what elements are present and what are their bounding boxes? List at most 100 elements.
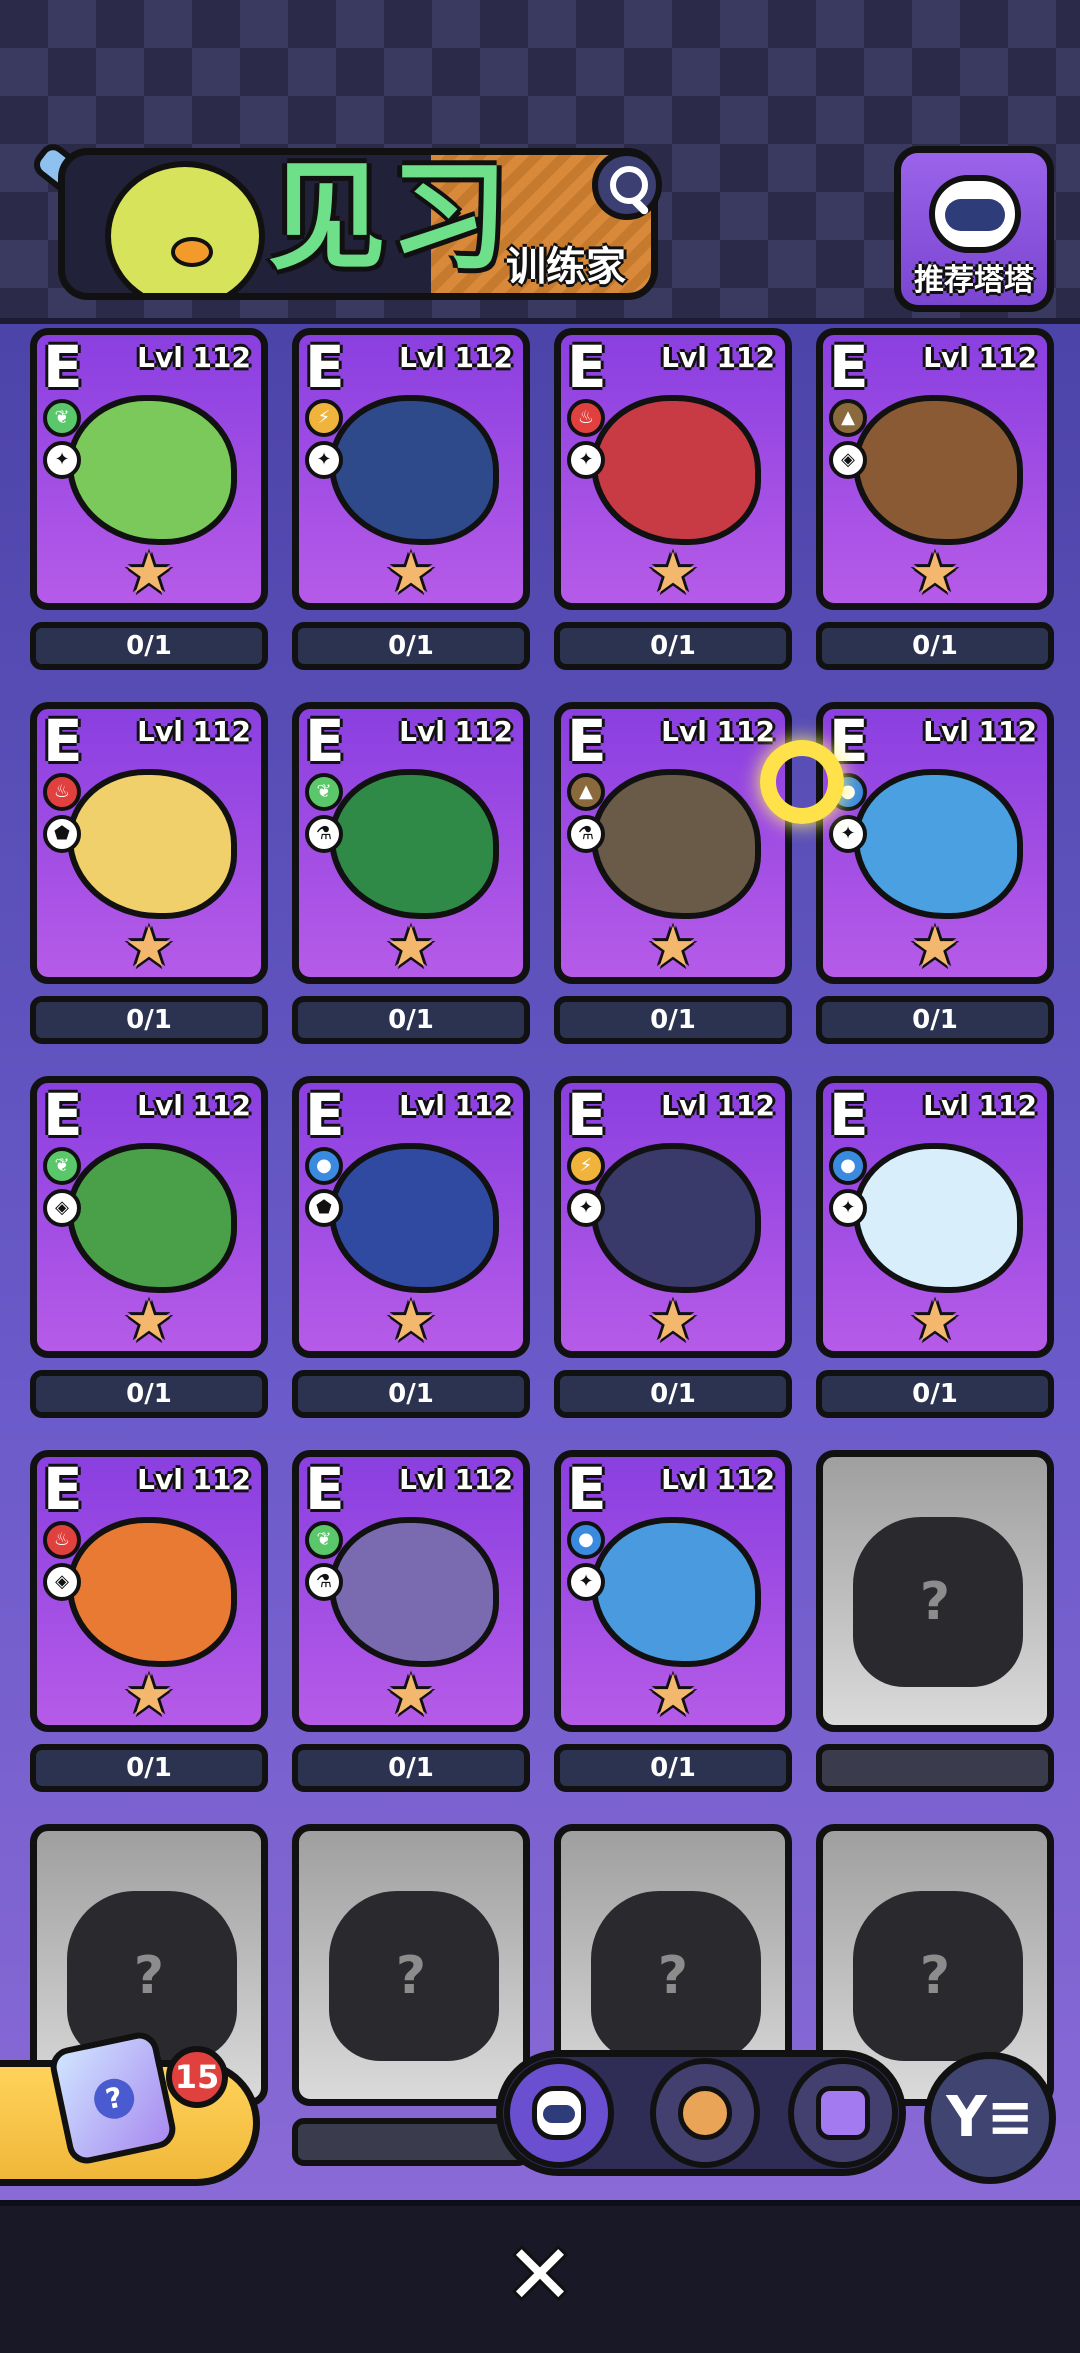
- page-subtitle: 训练家: [506, 244, 626, 290]
- star-icon: ★: [123, 541, 175, 606]
- fire-element-icon: ♨: [43, 773, 81, 811]
- fire-element-icon: ♨: [43, 1521, 81, 1559]
- tier-label: E: [567, 1081, 607, 1149]
- collection-count: 0/1: [554, 1370, 792, 1418]
- unknown-mark: ?: [133, 1946, 165, 2006]
- grass-element-icon: ❦: [305, 1521, 343, 1559]
- tier-label: E: [567, 1455, 607, 1523]
- sparkle-effect: [760, 740, 844, 824]
- collection-count: 0/1: [554, 1744, 792, 1792]
- recommend-label: 推荐塔塔: [914, 263, 1034, 298]
- star-icon: ★: [385, 1289, 437, 1354]
- collection-count: 0/1: [30, 996, 268, 1044]
- character-card[interactable]: E Lvl 112 ❦ ◈ ★: [30, 1076, 268, 1358]
- tier-label: E: [567, 707, 607, 775]
- filter-icon: Y≡: [946, 2085, 1034, 2150]
- sword-role-icon: ✦: [829, 1189, 867, 1227]
- electric-element-icon: ⚡: [567, 1147, 605, 1185]
- sword-role-icon: ✦: [567, 1563, 605, 1601]
- star-icon: ★: [647, 1663, 699, 1728]
- close-button[interactable]: ✕: [500, 2235, 580, 2317]
- character-art: [591, 395, 761, 545]
- level-label: Lvl 112: [399, 341, 513, 374]
- collection-count: 0/1: [554, 996, 792, 1044]
- search-button[interactable]: [592, 150, 662, 220]
- level-label: Lvl 112: [137, 341, 251, 374]
- character-card[interactable]: E Lvl 112 ❦ ⚗ ★: [292, 1450, 530, 1732]
- character-card[interactable]: E Lvl 112 ⚡ ✦ ★: [554, 1076, 792, 1358]
- level-label: Lvl 112: [399, 1089, 513, 1122]
- character-card[interactable]: E Lvl 112 ⚡ ✦ ★: [292, 328, 530, 610]
- level-label: Lvl 112: [661, 715, 775, 748]
- character-card[interactable]: E Lvl 112 ♨ ⬟ ★: [30, 702, 268, 984]
- tab-robot[interactable]: [504, 2058, 614, 2168]
- tab-cat[interactable]: [788, 2058, 898, 2168]
- character-card[interactable]: E Lvl 112 ● ⬟ ★: [292, 1076, 530, 1358]
- character-art: [853, 1143, 1023, 1293]
- robot-icon: [929, 175, 1021, 253]
- star-icon: ★: [123, 915, 175, 980]
- grass-element-icon: ❦: [43, 1147, 81, 1185]
- character-art: [853, 395, 1023, 545]
- star-icon: ★: [123, 1289, 175, 1354]
- close-icon: ✕: [505, 2228, 575, 2323]
- locked-character-card[interactable]: ?: [816, 1450, 1054, 1732]
- level-label: Lvl 112: [399, 1463, 513, 1496]
- character-card[interactable]: E Lvl 112 ▲ ⚗ ★: [554, 702, 792, 984]
- unknown-mark: ?: [919, 1946, 951, 2006]
- potion-role-icon: ⚗: [305, 1563, 343, 1601]
- tier-label: E: [829, 333, 869, 401]
- character-art: [591, 1517, 761, 1667]
- grass-element-icon: ❦: [305, 773, 343, 811]
- tier-label: E: [305, 333, 345, 401]
- earth-element-icon: ▲: [829, 399, 867, 437]
- cat-badge-icon: [816, 2086, 870, 2140]
- character-card[interactable]: E Lvl 112 ♨ ◈ ★: [30, 1450, 268, 1732]
- tab-food[interactable]: [650, 2058, 760, 2168]
- sword-role-icon: ✦: [829, 815, 867, 853]
- collection-count: 0/1: [30, 1370, 268, 1418]
- character-card[interactable]: E Lvl 112 ♨ ✦ ★: [554, 328, 792, 610]
- star-icon: ★: [909, 541, 961, 606]
- level-label: Lvl 112: [661, 341, 775, 374]
- character-card[interactable]: E Lvl 112 ▲ ◈ ★: [816, 328, 1054, 610]
- tier-label: E: [829, 1081, 869, 1149]
- character-card[interactable]: E Lvl 112 ❦ ✦ ★: [30, 328, 268, 610]
- mascot-icon: [105, 161, 265, 293]
- water-element-icon: ●: [567, 1521, 605, 1559]
- character-card[interactable]: E Lvl 112 ● ✦ ★: [554, 1450, 792, 1732]
- sword-role-icon: ✦: [567, 1189, 605, 1227]
- potion-role-icon: ⚗: [305, 815, 343, 853]
- collection-count: 0/1: [30, 1744, 268, 1792]
- title-banner: 见习 训练家: [28, 138, 664, 304]
- electric-element-icon: ⚡: [305, 399, 343, 437]
- character-art: [591, 769, 761, 919]
- level-label: Lvl 112: [137, 1463, 251, 1496]
- star-icon: ★: [385, 915, 437, 980]
- unknown-mark: ?: [395, 1946, 427, 2006]
- potion-role-icon: ⚗: [567, 815, 605, 853]
- eye-role-icon: ◈: [43, 1189, 81, 1227]
- level-label: Lvl 112: [661, 1463, 775, 1496]
- collection-count: 0/1: [292, 996, 530, 1044]
- earth-element-icon: ▲: [567, 773, 605, 811]
- level-label: Lvl 112: [923, 341, 1037, 374]
- collection-count: 0/1: [816, 1370, 1054, 1418]
- character-card[interactable]: E Lvl 112 ● ✦ ★: [816, 702, 1054, 984]
- filter-button[interactable]: Y≡: [924, 2052, 1056, 2184]
- tier-label: E: [305, 1081, 345, 1149]
- collection-count: 0/1: [30, 622, 268, 670]
- level-label: Lvl 112: [399, 715, 513, 748]
- tier-label: E: [305, 1455, 345, 1523]
- character-card[interactable]: E Lvl 112 ● ✦ ★: [816, 1076, 1054, 1358]
- fire-element-icon: ♨: [567, 399, 605, 437]
- recommend-button[interactable]: 推荐塔塔: [894, 146, 1054, 312]
- shield-role-icon: ⬟: [43, 815, 81, 853]
- character-art: [853, 769, 1023, 919]
- character-card[interactable]: E Lvl 112 ❦ ⚗ ★: [292, 702, 530, 984]
- tier-label: E: [567, 333, 607, 401]
- collection-count-empty: [292, 2118, 530, 2166]
- level-label: Lvl 112: [923, 1089, 1037, 1122]
- level-label: Lvl 112: [661, 1089, 775, 1122]
- locked-character-card[interactable]: ?: [292, 1824, 530, 2106]
